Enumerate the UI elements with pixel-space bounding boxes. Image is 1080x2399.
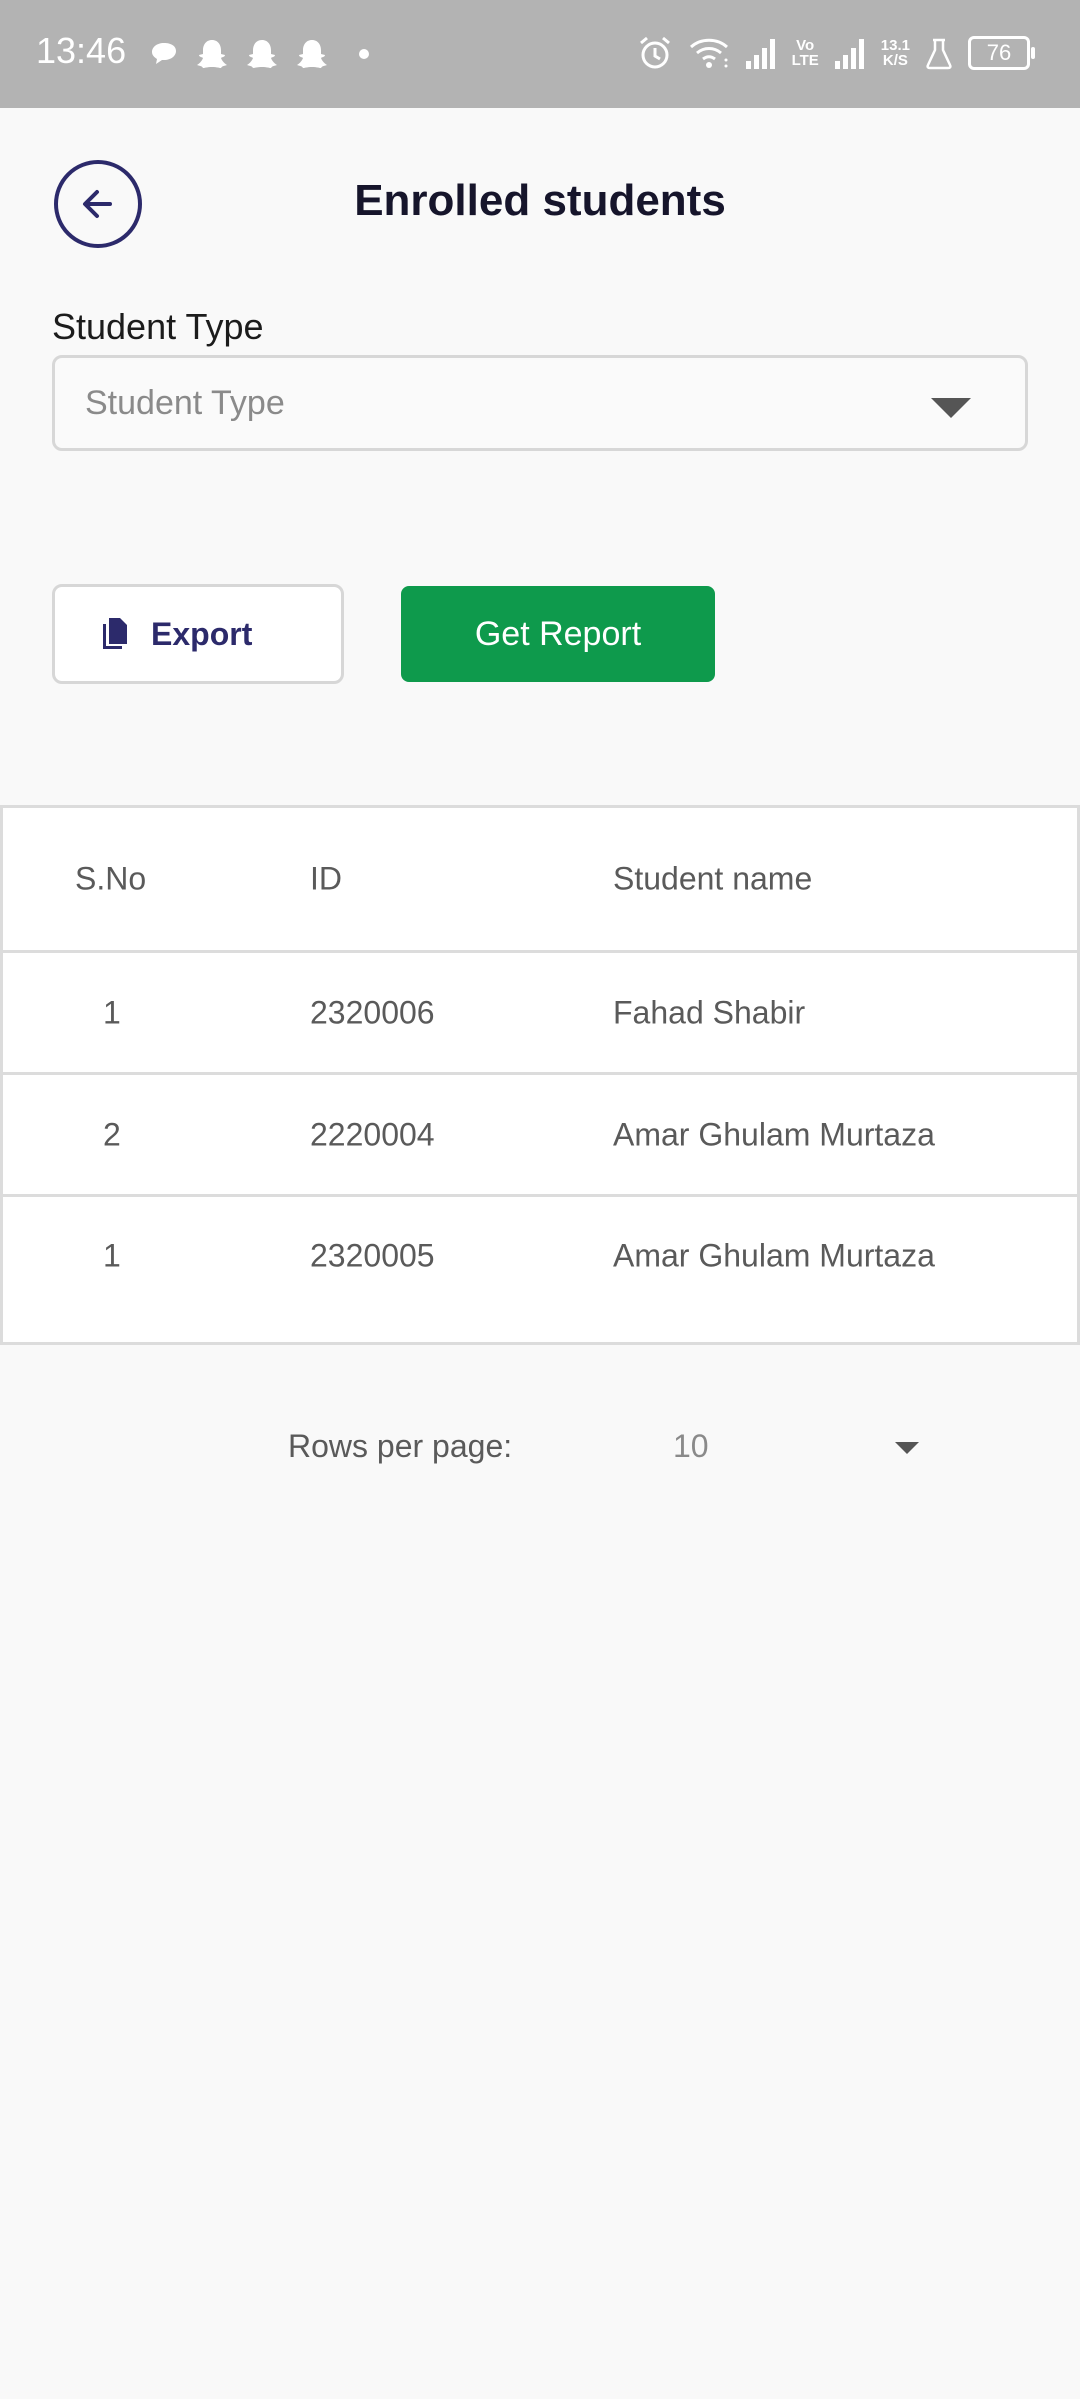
- rows-per-page-label: Rows per page:: [288, 1428, 513, 1464]
- cell-student-name: Fahad Shabir: [613, 994, 806, 1030]
- wifi-icon: [689, 38, 728, 68]
- file-copy-icon: [103, 618, 127, 649]
- cell-sno: 1: [103, 994, 121, 1030]
- table-row[interactable]: 1 2320006 Fahad Shabir: [3, 953, 1077, 1075]
- caret-down-icon[interactable]: [895, 1442, 919, 1454]
- notification-icons: [148, 34, 374, 74]
- network-speed: 13.1 K/S: [881, 38, 910, 68]
- signal-icon: [834, 39, 864, 69]
- status-time: 13:46: [36, 30, 127, 71]
- export-label: Export: [151, 615, 253, 652]
- get-report-button[interactable]: Get Report: [401, 586, 715, 682]
- alarm-icon: [639, 36, 670, 69]
- student-type-placeholder: Student Type: [85, 384, 285, 422]
- flask-icon: [926, 38, 952, 70]
- cell-id: 2220004: [310, 1116, 435, 1152]
- column-header-id[interactable]: ID: [310, 861, 342, 898]
- battery-icon: 76: [968, 36, 1035, 70]
- signal-icon: [745, 39, 775, 69]
- student-type-label: Student Type: [52, 306, 264, 347]
- volte-top: Vo: [796, 37, 815, 54]
- cell-student-name: Amar Ghulam Murtaza: [613, 1237, 935, 1274]
- chat-icon: [152, 43, 176, 64]
- volte-bottom: LTE: [791, 52, 819, 69]
- column-header-student-name[interactable]: Student name: [613, 861, 812, 898]
- table-row[interactable]: 1 2320005 Amar Ghulam Murtaza: [3, 1197, 1077, 1315]
- cell-id: 2320005: [310, 1237, 435, 1274]
- net-speed-value: 13.1: [880, 37, 910, 54]
- status-bar: 13:46 Vo LTE 13.1 K/S 76: [0, 0, 1080, 108]
- export-button[interactable]: Export: [52, 584, 344, 684]
- chevron-down-icon: [931, 398, 971, 418]
- student-type-select[interactable]: Student Type: [52, 355, 1028, 451]
- column-header-sno[interactable]: S.No: [75, 861, 146, 898]
- rows-per-page-select[interactable]: 10: [673, 1428, 709, 1465]
- net-speed-unit: K/S: [882, 52, 908, 69]
- cell-sno: 2: [103, 1116, 121, 1152]
- table-row[interactable]: 2 2220004 Amar Ghulam Murtaza: [3, 1075, 1077, 1197]
- cell-sno: 1: [103, 1237, 121, 1274]
- volte-indicator: Vo LTE: [792, 38, 819, 68]
- system-icons: Vo LTE 13.1 K/S 76: [636, 30, 1035, 76]
- snapchat-icon: [297, 40, 327, 68]
- cell-id: 2320006: [310, 994, 435, 1030]
- dot-icon: [359, 49, 369, 59]
- snapchat-icon: [247, 40, 277, 68]
- page-title: Enrolled students: [354, 176, 726, 225]
- students-table: S.No ID Student name 1 2320006 Fahad Sha…: [0, 805, 1080, 1345]
- snapchat-icon: [197, 40, 227, 68]
- cell-student-name: Amar Ghulam Murtaza: [613, 1116, 935, 1152]
- table-header-row: S.No ID Student name: [3, 808, 1077, 953]
